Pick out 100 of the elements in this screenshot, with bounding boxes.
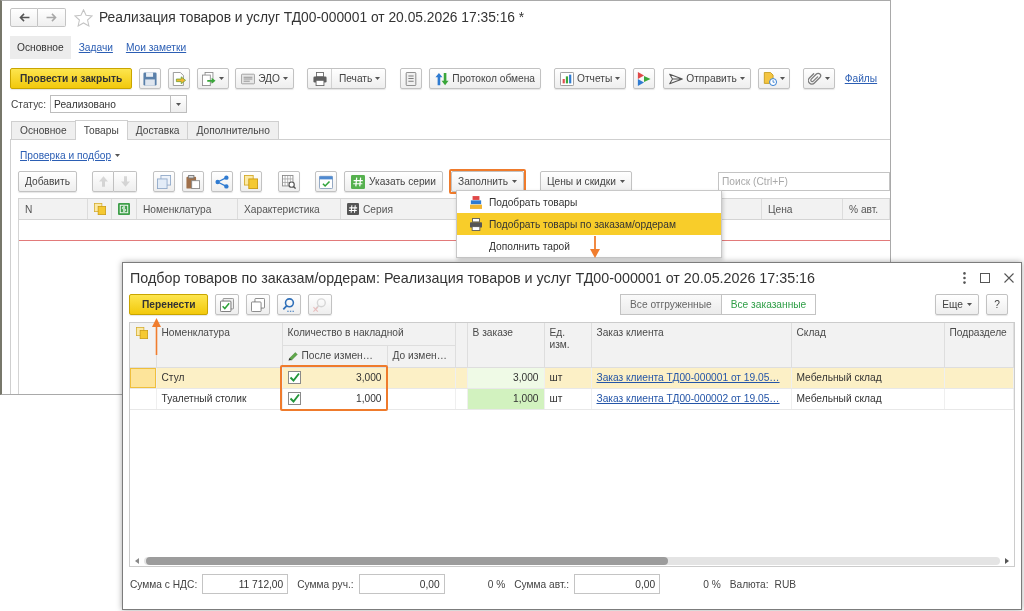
checked-box-icon bbox=[220, 297, 235, 312]
document-arrow-icon bbox=[172, 71, 187, 86]
percent-text: 0 % bbox=[703, 578, 721, 590]
transfer-button[interactable]: Перенести bbox=[129, 294, 209, 315]
hash-icon bbox=[347, 203, 359, 215]
column-header[interactable]: Характеристика bbox=[238, 199, 341, 219]
table-row[interactable]: Туалетный столик 1,000 1,000 шт Заказ клиента ТД00-000002 от 19.05… Мебельный склад bbox=[130, 388, 1014, 409]
up-arrow-icon bbox=[98, 176, 108, 187]
section-tab[interactable]: Основное bbox=[10, 36, 71, 59]
field-label: Валюта: bbox=[729, 578, 769, 590]
column-header[interactable]: % авт. bbox=[843, 199, 890, 219]
column-header: Количество в накладной bbox=[282, 323, 455, 345]
close-icon[interactable] bbox=[1004, 273, 1014, 283]
scroll-left-icon[interactable] bbox=[135, 558, 139, 564]
toolbar-button[interactable]: Добавить bbox=[18, 171, 78, 192]
help-button[interactable]: ? bbox=[986, 294, 1008, 315]
search-icon bbox=[282, 297, 297, 312]
caret-icon bbox=[619, 180, 625, 183]
caret-icon bbox=[282, 77, 288, 80]
column-header[interactable]: Цена bbox=[762, 199, 843, 219]
grid-search-icon bbox=[282, 174, 297, 189]
filter-toggle[interactable]: Все отгруженные bbox=[620, 294, 722, 315]
checkbox[interactable] bbox=[287, 371, 301, 384]
checkbox[interactable] bbox=[287, 392, 301, 405]
toolbar-button[interactable] bbox=[277, 294, 302, 315]
tab[interactable]: Товары bbox=[74, 120, 128, 140]
toolbar-button[interactable]: Цены и скидки bbox=[540, 171, 632, 192]
toolbar-button[interactable]: Протокол обмена bbox=[429, 68, 541, 89]
files-link[interactable]: Файлы bbox=[844, 73, 878, 84]
scrollbar-thumb[interactable] bbox=[146, 557, 669, 565]
toolbar-button[interactable] bbox=[215, 294, 240, 315]
save-icon bbox=[143, 71, 158, 86]
toolbar-button[interactable] bbox=[211, 171, 234, 192]
column-header[interactable]: Серия bbox=[363, 203, 393, 215]
toolbar-button[interactable] bbox=[802, 68, 835, 89]
caret-icon bbox=[512, 180, 518, 183]
column-header[interactable]: N bbox=[19, 199, 88, 219]
toolbar-button[interactable]: ЭДО bbox=[235, 68, 294, 89]
column-header[interactable]: Склад bbox=[791, 323, 944, 367]
tab[interactable]: Доставка bbox=[126, 121, 189, 139]
table-row[interactable]: Стул 3,000 3,000 шт Заказ клиента ТД00-000001 от 19.05… Мебельный склад bbox=[130, 367, 1014, 388]
input-field[interactable]: 0,00 bbox=[358, 574, 445, 594]
toolbar-button[interactable] bbox=[400, 68, 423, 89]
section-tab[interactable]: Задачи bbox=[73, 36, 118, 59]
copy-icon bbox=[157, 174, 172, 189]
field-label: Сумма с НДС: bbox=[130, 578, 198, 590]
check-menu-link[interactable]: Проверка и подбор bbox=[20, 149, 121, 162]
status-field[interactable]: Реализовано bbox=[50, 95, 172, 113]
column-header[interactable]: Ед. изм. bbox=[544, 323, 591, 367]
down-arrow-icon bbox=[120, 176, 130, 187]
toolbar-button[interactable]: Указать серии bbox=[344, 171, 443, 192]
field-label: Сумма авт.: bbox=[514, 578, 570, 590]
toolbar-button[interactable] bbox=[757, 68, 790, 89]
post-and-close-button[interactable]: Провести и закрыть bbox=[10, 68, 133, 89]
more-icon[interactable] bbox=[963, 272, 966, 284]
input-field[interactable]: 11 712,00 bbox=[202, 574, 289, 594]
column-header[interactable]: В заказе bbox=[467, 323, 544, 367]
table-cell[interactable]: 3,000 bbox=[356, 372, 382, 383]
scrollbar[interactable] bbox=[144, 557, 1000, 565]
section-tab[interactable]: Мои заметки bbox=[120, 36, 192, 59]
column-header[interactable]: Номенклатура bbox=[156, 323, 282, 367]
tab[interactable]: Дополнительно bbox=[187, 121, 279, 139]
menu-item[interactable]: Дополнить тарой bbox=[457, 235, 721, 257]
tab[interactable]: Основное bbox=[11, 121, 76, 139]
dropdown-button[interactable] bbox=[171, 95, 188, 113]
star-icon[interactable] bbox=[74, 8, 93, 27]
toolbar-button[interactable]: Отчеты bbox=[554, 68, 627, 89]
menu-item[interactable]: Подобрать товары bbox=[457, 191, 721, 213]
printer-icon bbox=[312, 71, 327, 86]
toolbar-button[interactable] bbox=[278, 171, 301, 192]
bar-chart-icon bbox=[560, 71, 574, 86]
scroll-right-icon[interactable] bbox=[1005, 558, 1009, 564]
documents-icon bbox=[136, 327, 148, 339]
toolbar-button[interactable]: Отправить bbox=[663, 68, 751, 89]
toolbar-button[interactable] bbox=[168, 68, 191, 89]
column-header[interactable]: Подразделе bbox=[944, 323, 1014, 367]
print-button[interactable]: Печать bbox=[306, 68, 387, 89]
toolbar-button[interactable] bbox=[197, 68, 230, 89]
toolbar-button[interactable] bbox=[153, 171, 176, 192]
squares-icon bbox=[251, 297, 266, 312]
maximize-icon[interactable] bbox=[980, 273, 990, 283]
printer-icon bbox=[470, 217, 482, 231]
toolbar-button[interactable] bbox=[182, 171, 205, 192]
documents-icon bbox=[244, 174, 259, 189]
toolbar-button[interactable] bbox=[315, 171, 338, 192]
column-header[interactable]: Номенклатура bbox=[137, 199, 238, 219]
search-field[interactable]: Поиск (Ctrl+F) bbox=[718, 172, 890, 191]
filter-toggle[interactable]: Все заказанные bbox=[721, 294, 817, 315]
toolbar-button[interactable] bbox=[240, 171, 263, 192]
input-field[interactable]: 0,00 bbox=[574, 574, 661, 594]
menu-item[interactable]: Подобрать товары по заказам/ордерам bbox=[457, 213, 721, 235]
toolbar-button[interactable] bbox=[246, 294, 271, 315]
documents-arrow-icon bbox=[202, 71, 217, 86]
table-cell[interactable]: 1,000 bbox=[356, 393, 382, 404]
toolbar-button[interactable] bbox=[633, 68, 656, 89]
toolbar-button[interactable] bbox=[139, 68, 162, 89]
dialog-title: Подбор товаров по заказам/ордерам: Реализация товаров и услуг ТД00-000001 от 20.05.2026 17:35:16 bbox=[129, 270, 815, 286]
more-button[interactable]: Еще bbox=[935, 294, 979, 315]
back-button[interactable] bbox=[10, 8, 38, 27]
column-header[interactable]: Заказ клиента bbox=[591, 323, 791, 367]
